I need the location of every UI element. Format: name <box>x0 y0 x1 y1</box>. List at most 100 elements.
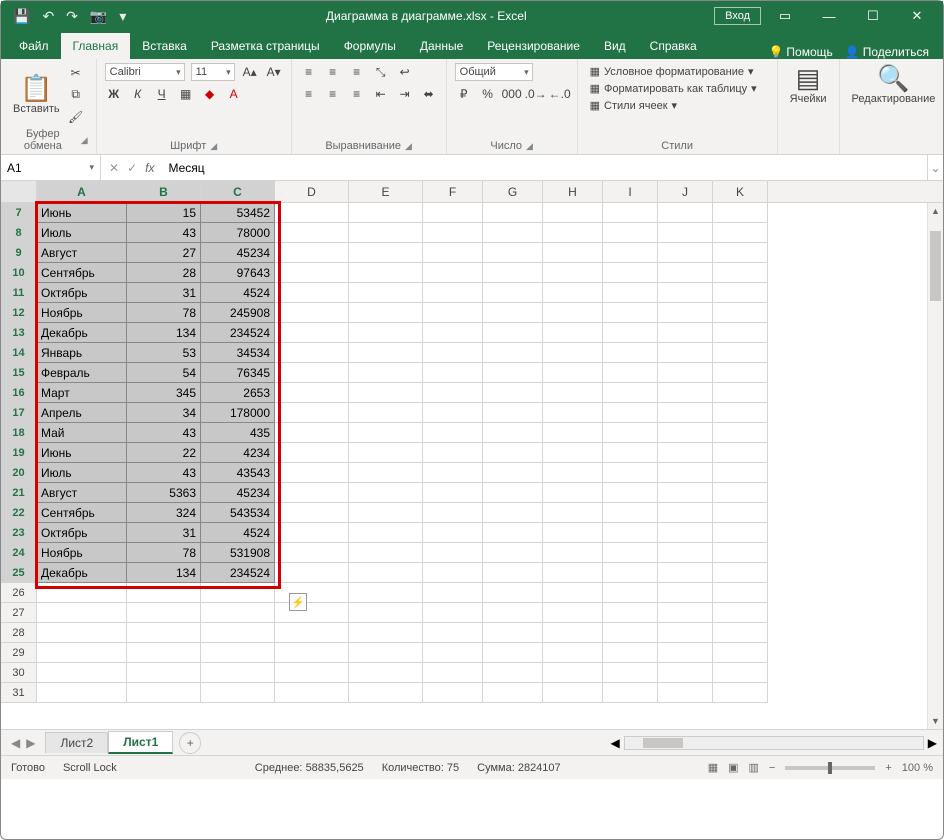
cell[interactable]: 5363 <box>127 483 201 503</box>
cell[interactable] <box>543 603 603 623</box>
zoom-slider[interactable] <box>785 766 875 770</box>
zoom-out-icon[interactable]: − <box>769 762 775 774</box>
signin-button[interactable]: Вход <box>714 7 761 25</box>
cell[interactable] <box>658 303 713 323</box>
cell[interactable] <box>349 323 423 343</box>
cell[interactable] <box>423 663 483 683</box>
cell[interactable]: Февраль <box>37 363 127 383</box>
cell[interactable] <box>423 263 483 283</box>
increase-decimal-icon[interactable]: .0→ <box>527 85 545 103</box>
cell[interactable]: 234524 <box>201 563 275 583</box>
cell[interactable] <box>713 203 768 223</box>
align-middle-icon[interactable]: ≡ <box>324 63 342 81</box>
cell[interactable] <box>483 263 543 283</box>
cell[interactable] <box>483 663 543 683</box>
editing-button[interactable]: 🔍 Редактирование <box>848 63 940 107</box>
row-header[interactable]: 7 <box>1 203 37 223</box>
cell[interactable] <box>658 563 713 583</box>
cell[interactable]: 45234 <box>201 483 275 503</box>
cell[interactable] <box>658 623 713 643</box>
cell[interactable] <box>275 523 349 543</box>
cell[interactable] <box>713 663 768 683</box>
cell[interactable]: Октябрь <box>37 523 127 543</box>
cell[interactable] <box>543 263 603 283</box>
cell[interactable] <box>543 483 603 503</box>
cell[interactable] <box>349 503 423 523</box>
fill-color-icon[interactable]: ◆ <box>201 85 219 103</box>
borders-icon[interactable]: ▦ <box>177 85 195 103</box>
cell[interactable]: 22 <box>127 443 201 463</box>
row-header[interactable]: 10 <box>1 263 37 283</box>
cell[interactable] <box>543 343 603 363</box>
row-header[interactable]: 26 <box>1 583 37 603</box>
vertical-scrollbar[interactable]: ▲▼ <box>927 203 943 729</box>
cell[interactable] <box>543 363 603 383</box>
row-header[interactable]: 27 <box>1 603 37 623</box>
close-icon[interactable]: ✕ <box>897 8 937 24</box>
cell[interactable] <box>483 603 543 623</box>
cell[interactable] <box>658 203 713 223</box>
cell[interactable] <box>658 383 713 403</box>
cell[interactable] <box>713 423 768 443</box>
cell[interactable] <box>423 683 483 703</box>
cell[interactable] <box>603 323 658 343</box>
cell[interactable] <box>713 543 768 563</box>
cell[interactable] <box>201 623 275 643</box>
cell[interactable]: 78 <box>127 543 201 563</box>
cell[interactable] <box>349 303 423 323</box>
accept-formula-icon[interactable]: ✓ <box>127 161 137 175</box>
tab-review[interactable]: Рецензирование <box>475 33 592 59</box>
cell[interactable] <box>483 383 543 403</box>
cell[interactable] <box>713 523 768 543</box>
formula-input[interactable]: Месяц <box>162 161 927 175</box>
cell-styles-button[interactable]: ▦Стили ячеек ▾ <box>590 99 765 112</box>
cell[interactable]: Август <box>37 243 127 263</box>
align-bottom-icon[interactable]: ≡ <box>348 63 366 81</box>
tab-data[interactable]: Данные <box>408 33 475 59</box>
cell[interactable] <box>127 603 201 623</box>
comma-icon[interactable]: 000 <box>503 85 521 103</box>
cell[interactable] <box>483 483 543 503</box>
cell[interactable] <box>349 603 423 623</box>
bold-icon[interactable]: Ж <box>105 85 123 103</box>
cell[interactable] <box>349 223 423 243</box>
cell[interactable] <box>603 223 658 243</box>
ribbon-display-icon[interactable]: ▭ <box>765 8 805 24</box>
cell[interactable]: 178000 <box>201 403 275 423</box>
cell[interactable] <box>201 683 275 703</box>
cell[interactable]: Ноябрь <box>37 543 127 563</box>
cancel-formula-icon[interactable]: ✕ <box>109 161 119 175</box>
cell[interactable]: 34534 <box>201 343 275 363</box>
row-header[interactable]: 30 <box>1 663 37 683</box>
cell[interactable]: Май <box>37 423 127 443</box>
col-header-B[interactable]: B <box>127 181 201 202</box>
number-format-select[interactable]: Общий <box>455 63 533 81</box>
cell[interactable] <box>713 323 768 343</box>
cell[interactable] <box>423 463 483 483</box>
cell[interactable] <box>275 503 349 523</box>
cell[interactable] <box>658 503 713 523</box>
cell[interactable] <box>349 623 423 643</box>
row-header[interactable]: 12 <box>1 303 37 323</box>
cell[interactable] <box>423 483 483 503</box>
cell[interactable] <box>658 463 713 483</box>
cell[interactable] <box>658 603 713 623</box>
cell[interactable] <box>37 683 127 703</box>
cell[interactable] <box>483 403 543 423</box>
cell[interactable] <box>658 583 713 603</box>
cell[interactable] <box>349 463 423 483</box>
row-header[interactable]: 17 <box>1 403 37 423</box>
cell[interactable]: 31 <box>127 523 201 543</box>
cell[interactable] <box>275 243 349 263</box>
cell[interactable] <box>349 443 423 463</box>
copy-icon[interactable]: ⧉ <box>67 86 85 104</box>
cell[interactable] <box>275 683 349 703</box>
cell[interactable]: Декабрь <box>37 563 127 583</box>
cell[interactable] <box>275 283 349 303</box>
merge-icon[interactable]: ⬌ <box>420 85 438 103</box>
font-name-select[interactable]: Calibri <box>105 63 185 81</box>
cell[interactable] <box>423 343 483 363</box>
row-header[interactable]: 15 <box>1 363 37 383</box>
grow-font-icon[interactable]: A▴ <box>241 63 259 81</box>
cell[interactable] <box>603 603 658 623</box>
